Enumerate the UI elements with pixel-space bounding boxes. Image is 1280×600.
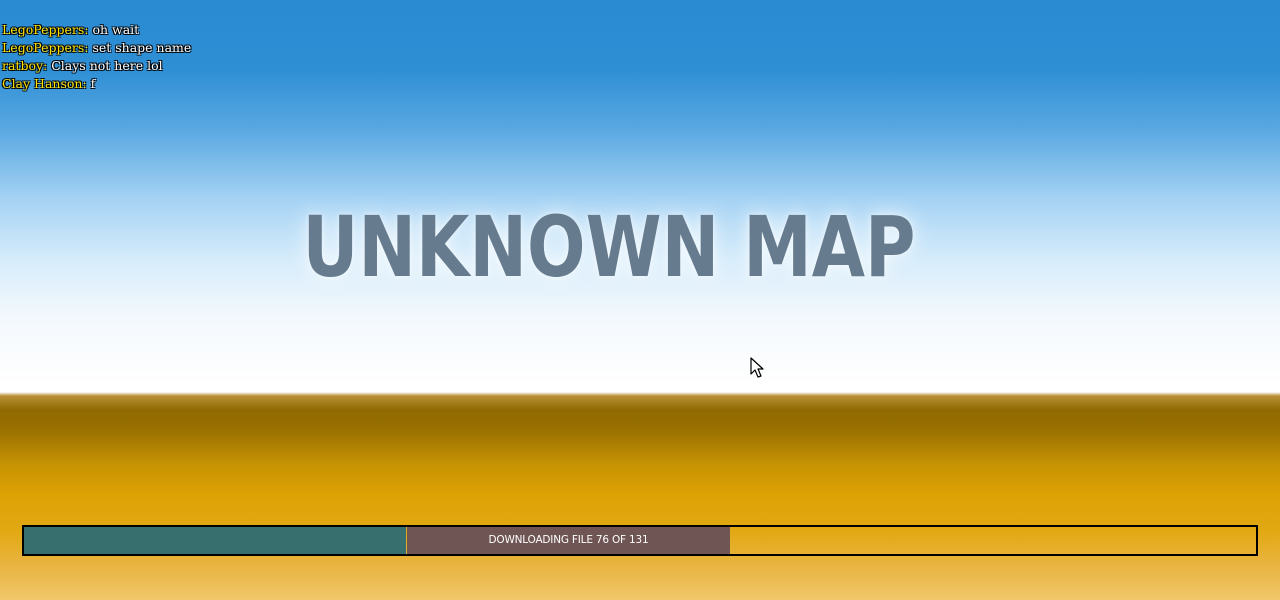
progress-fill [24, 527, 406, 554]
chat-text: Clays not here lol [51, 58, 163, 73]
chat-sender: LegoPeppers [2, 40, 85, 55]
chat-sender: Clay Hanson [2, 76, 83, 91]
chat-sender: ratboy [2, 58, 44, 73]
chat-text: f [90, 76, 96, 91]
chat-message: ratboy: Clays not here lol [2, 58, 163, 73]
chat-sender: LegoPeppers [2, 22, 85, 37]
map-title: UNKNOWN MAP [302, 198, 916, 296]
chat-message: Clay Hanson: f [2, 76, 96, 91]
loading-screen: LegoPeppers: oh wait LegoPeppers: set sh… [0, 0, 1280, 600]
download-progress-bar: DOWNLOADING FILE 76 OF 131 [22, 525, 1258, 556]
chat-message: LegoPeppers: oh wait [2, 22, 140, 37]
chat-log: LegoPeppers: oh wait LegoPeppers: set sh… [2, 21, 191, 93]
arrow-cursor-icon [750, 357, 764, 378]
chat-text: set shape name [92, 40, 192, 55]
chat-text: oh wait [92, 22, 140, 37]
chat-message: LegoPeppers: set shape name [2, 40, 192, 55]
download-status-text: DOWNLOADING FILE 76 OF 131 [488, 534, 649, 546]
